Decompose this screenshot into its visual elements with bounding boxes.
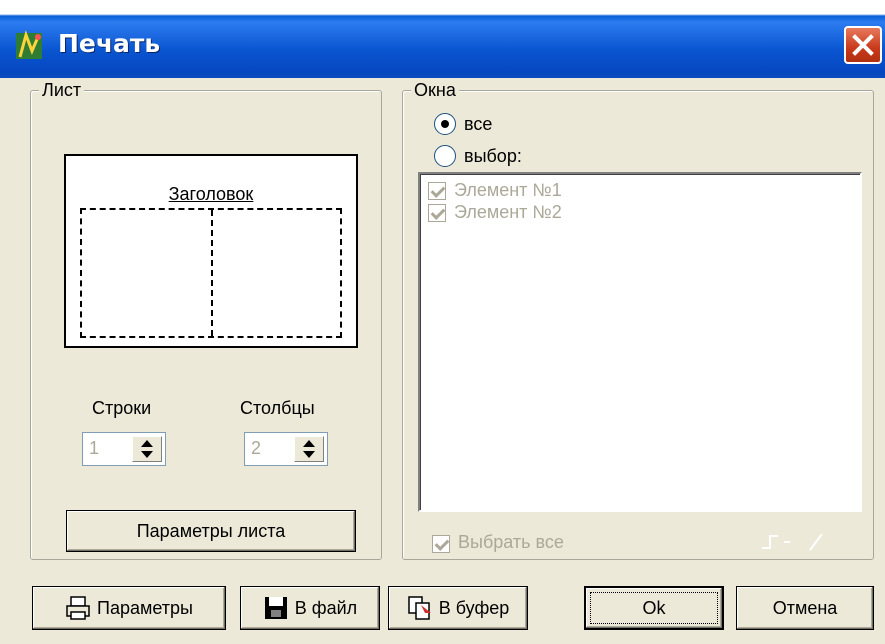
select-all-checkbox[interactable] <box>432 535 450 553</box>
up-down-arrows-icon <box>303 440 315 458</box>
columns-value: 2 <box>251 438 262 458</box>
list-item-label: Элемент №1 <box>454 180 562 200</box>
to-buffer-button[interactable]: В буфер <box>388 586 528 630</box>
printer-icon <box>66 596 90 620</box>
floppy-disk-icon <box>264 597 287 619</box>
cancel-button[interactable]: Отмена <box>736 586 874 630</box>
rows-value: 1 <box>89 438 100 458</box>
check-uncheck-icon[interactable] <box>760 528 836 556</box>
ok-focus-rect <box>590 592 718 624</box>
radio-all-label[interactable]: все <box>464 114 492 135</box>
list-item[interactable]: Элемент №1 <box>426 180 846 202</box>
windows-group-legend: Окна <box>411 80 459 100</box>
windows-list[interactable]: Элемент №1 Элемент №2 <box>418 172 862 512</box>
to-file-button[interactable]: В файл <box>240 586 380 630</box>
list-item-checkbox[interactable] <box>428 204 446 222</box>
radio-select[interactable] <box>434 145 456 167</box>
close-icon <box>852 34 874 56</box>
preview-caption: Заголовок <box>168 184 254 204</box>
preview-page-area <box>80 208 342 338</box>
rows-spin-arrows[interactable] <box>132 436 162 462</box>
params-button-label: Параметры <box>97 597 193 618</box>
select-all-label[interactable]: Выбрать все <box>458 532 564 553</box>
list-item[interactable]: Элемент №2 <box>426 202 846 224</box>
rows-label: Строки <box>92 398 152 418</box>
preview-column-divider <box>211 210 213 336</box>
plot-icon <box>16 30 42 59</box>
print-dialog: Печать Лист Заголовок Строки 1 Столбцы 2 <box>0 0 885 644</box>
up-down-arrows-icon <box>141 440 153 458</box>
radio-all[interactable] <box>434 113 456 135</box>
page-setup-button-label: Параметры листа <box>136 520 286 541</box>
sheet-preview: Заголовок <box>64 154 358 348</box>
columns-label: Столбцы <box>240 398 315 418</box>
rows-spinner[interactable]: 1 <box>82 432 166 466</box>
cancel-button-label: Отмена <box>772 597 838 618</box>
columns-spinner[interactable]: 2 <box>244 432 328 466</box>
close-button[interactable] <box>844 26 882 64</box>
title-bar[interactable]: Печать <box>0 0 885 78</box>
page-setup-button[interactable]: Параметры листа <box>66 510 356 552</box>
params-button[interactable]: Параметры <box>32 586 226 630</box>
copy-to-clipboard-icon <box>407 596 431 620</box>
radio-select-label[interactable]: выбор: <box>464 146 522 167</box>
list-item-label: Элемент №2 <box>454 202 562 222</box>
sheet-group-legend: Лист <box>39 80 85 100</box>
columns-spin-arrows[interactable] <box>294 436 324 462</box>
to-file-button-label: В файл <box>294 597 358 618</box>
to-buffer-button-label: В буфер <box>438 597 510 618</box>
window-title: Печать <box>58 29 161 58</box>
list-item-checkbox[interactable] <box>428 182 446 200</box>
ok-button[interactable]: Ok <box>584 586 724 630</box>
